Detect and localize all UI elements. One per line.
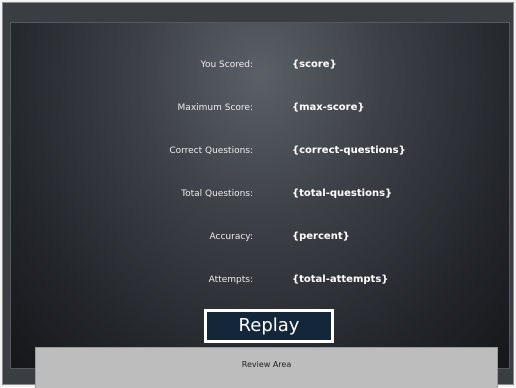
accuracy-label: Accuracy: [209, 232, 253, 242]
score-value: {score} [292, 59, 337, 70]
max-score-value: {max-score} [292, 102, 365, 113]
total-questions-row: Total Questions: {total-questions} [11, 184, 509, 204]
total-questions-label: Total Questions: [181, 189, 253, 199]
results-panel: You Scored: {score} Maximum Score: {max-… [10, 22, 510, 369]
replay-button[interactable]: Replay [204, 309, 334, 343]
correct-questions-value: {correct-questions} [292, 145, 406, 156]
accuracy-row: Accuracy: {percent} [11, 227, 509, 247]
max-score-row: Maximum Score: {max-score} [11, 98, 509, 118]
quiz-results-screen: You Scored: {score} Maximum Score: {max-… [0, 0, 516, 388]
max-score-label: Maximum Score: [177, 103, 253, 113]
attempts-label: Attempts: [208, 275, 253, 285]
score-row: You Scored: {score} [11, 55, 509, 75]
correct-questions-row: Correct Questions: {correct-questions} [11, 141, 509, 161]
attempts-value: {total-attempts} [292, 274, 389, 285]
attempts-row: Attempts: {total-attempts} [11, 270, 509, 290]
accuracy-value: {percent} [292, 231, 350, 242]
correct-questions-label: Correct Questions: [169, 146, 253, 156]
score-label: You Scored: [200, 60, 253, 70]
review-area[interactable]: Review Area [35, 347, 498, 388]
total-questions-value: {total-questions} [292, 188, 393, 199]
review-area-label: Review Area [241, 360, 292, 369]
